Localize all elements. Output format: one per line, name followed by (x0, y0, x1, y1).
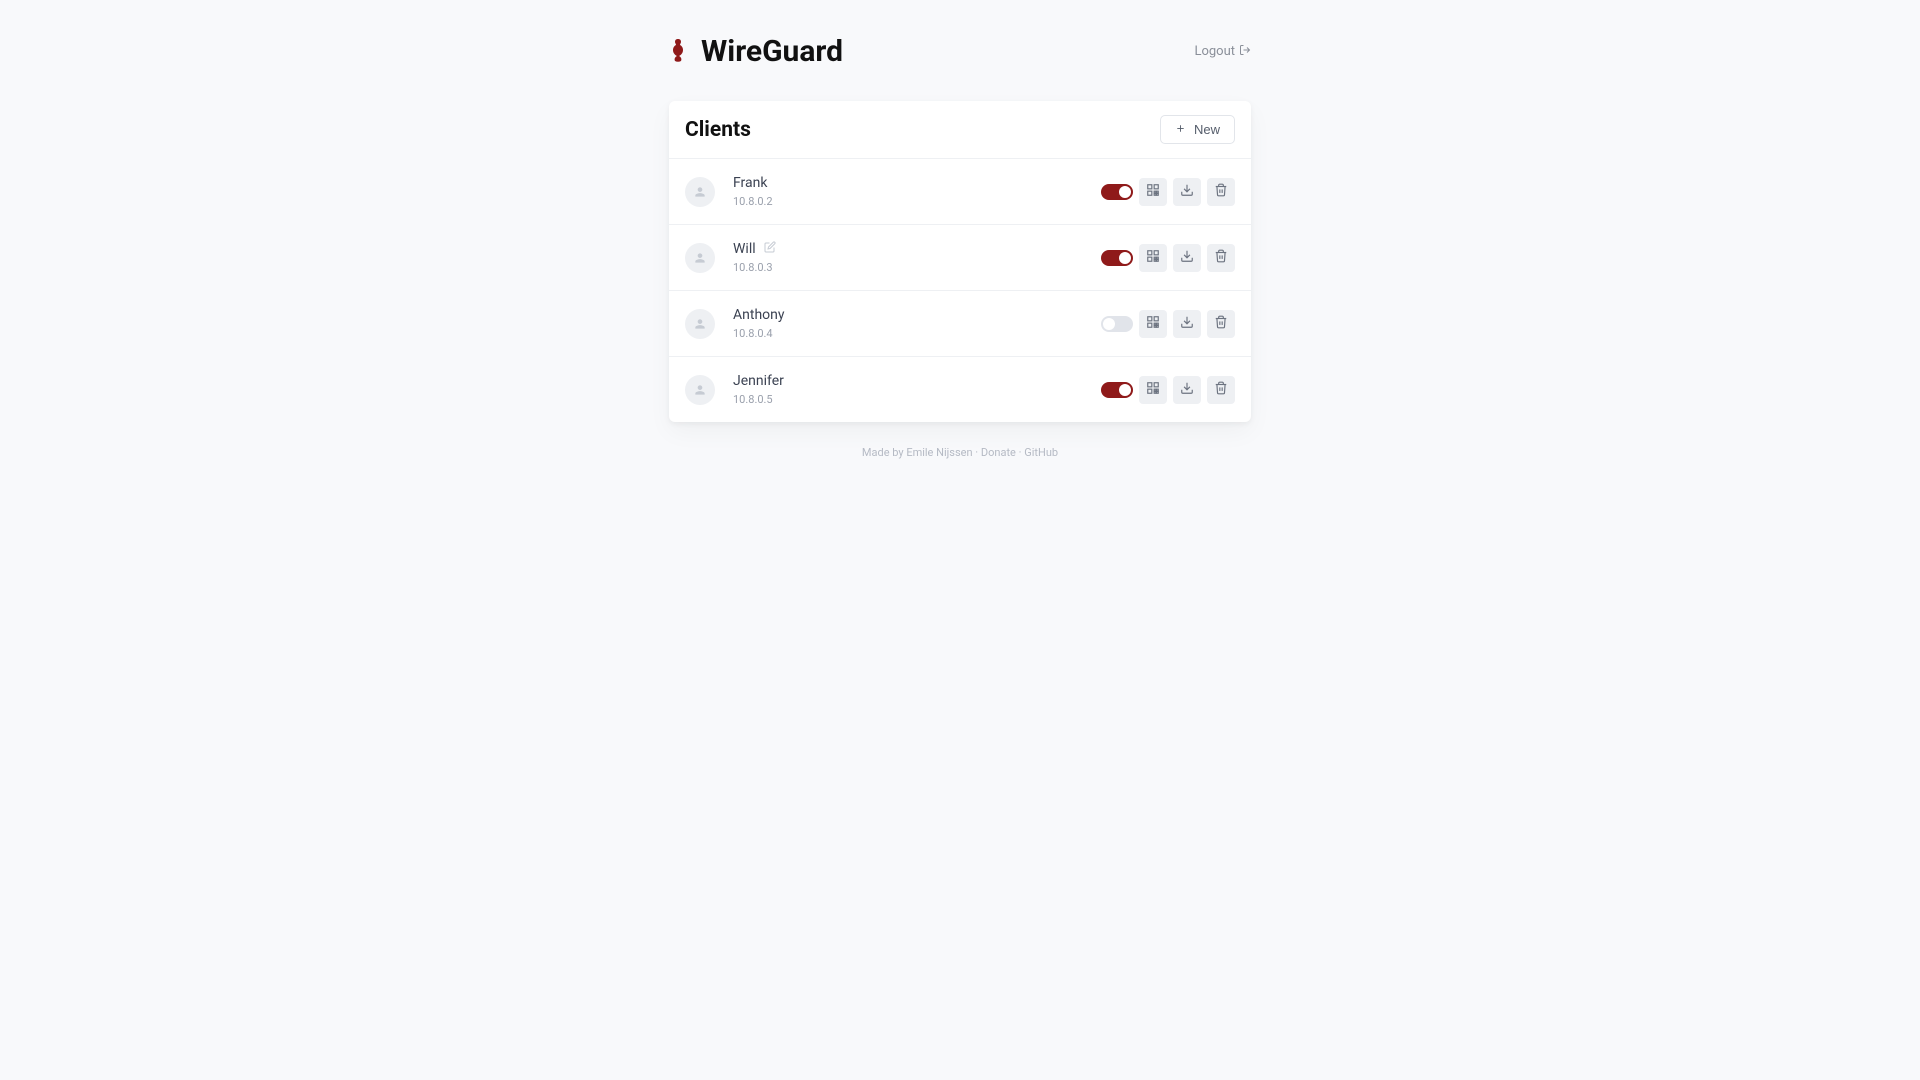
client-ip: 10.8.0.4 (733, 327, 1101, 340)
enable-toggle[interactable] (1101, 184, 1133, 200)
trash-icon (1214, 314, 1228, 333)
client-name-text: Jennifer (733, 373, 784, 389)
avatar (685, 375, 715, 405)
client-name-text: Will (733, 241, 756, 257)
enable-toggle[interactable] (1101, 316, 1133, 332)
client-ip: 10.8.0.5 (733, 393, 1101, 406)
client-meta: Frank 10.8.0.2 (733, 175, 1101, 208)
download-button[interactable] (1173, 244, 1201, 272)
footer-author-link[interactable]: Emile Nijssen (906, 446, 972, 459)
card-header: Clients New (669, 101, 1251, 159)
qr-icon (1146, 380, 1160, 399)
wireguard-logo-icon (669, 37, 687, 67)
delete-button[interactable] (1207, 244, 1235, 272)
client-actions (1101, 310, 1235, 338)
download-icon (1180, 380, 1194, 399)
client-name-text: Anthony (733, 307, 785, 323)
delete-button[interactable] (1207, 376, 1235, 404)
download-icon (1180, 182, 1194, 201)
client-row: Frank 10.8.0.2 (669, 159, 1251, 225)
client-actions (1101, 178, 1235, 206)
qr-icon (1146, 248, 1160, 267)
download-button[interactable] (1173, 178, 1201, 206)
header: WireGuard Logout (669, 34, 1251, 69)
edit-icon (764, 241, 776, 257)
logout-icon (1239, 44, 1251, 60)
enable-toggle[interactable] (1101, 382, 1133, 398)
enable-toggle[interactable] (1101, 250, 1133, 266)
footer: Made by Emile Nijssen · Donate · GitHub (669, 446, 1251, 459)
brand: WireGuard (669, 34, 843, 69)
qr-button[interactable] (1139, 376, 1167, 404)
client-name[interactable]: Jennifer (733, 373, 1101, 389)
trash-icon (1214, 380, 1228, 399)
client-row: Will 10.8.0.3 (669, 225, 1251, 291)
footer-donate-link[interactable]: Donate (981, 446, 1016, 459)
download-icon (1180, 248, 1194, 267)
footer-sep-2: · (1016, 446, 1024, 459)
logout-button[interactable]: Logout (1194, 44, 1251, 60)
client-name[interactable]: Anthony (733, 307, 1101, 323)
avatar (685, 243, 715, 273)
footer-sep-1: · (973, 446, 981, 459)
new-button-label: New (1194, 122, 1220, 137)
qr-button[interactable] (1139, 244, 1167, 272)
app-title: WireGuard (701, 34, 843, 69)
client-name-text: Frank (733, 175, 767, 191)
client-meta: Jennifer 10.8.0.5 (733, 373, 1101, 406)
client-ip: 10.8.0.3 (733, 261, 1101, 274)
card-title: Clients (685, 118, 751, 142)
client-row: Anthony 10.8.0.4 (669, 291, 1251, 357)
qr-button[interactable] (1139, 178, 1167, 206)
download-button[interactable] (1173, 310, 1201, 338)
download-button[interactable] (1173, 376, 1201, 404)
clients-list: Frank 10.8.0.2 Will 10.8.0.3 Anthony 10.8.0.4… (669, 159, 1251, 422)
avatar (685, 309, 715, 339)
qr-button[interactable] (1139, 310, 1167, 338)
delete-button[interactable] (1207, 178, 1235, 206)
client-name[interactable]: Frank (733, 175, 1101, 191)
qr-icon (1146, 182, 1160, 201)
client-row: Jennifer 10.8.0.5 (669, 357, 1251, 422)
delete-button[interactable] (1207, 310, 1235, 338)
trash-icon (1214, 248, 1228, 267)
plus-icon (1175, 122, 1186, 137)
client-actions (1101, 244, 1235, 272)
logout-label: Logout (1194, 44, 1235, 59)
client-name[interactable]: Will (733, 241, 1101, 257)
client-ip: 10.8.0.2 (733, 195, 1101, 208)
qr-icon (1146, 314, 1160, 333)
trash-icon (1214, 182, 1228, 201)
clients-card: Clients New Frank 10.8.0.2 Will 10.8.0.3 Ant… (669, 101, 1251, 422)
new-client-button[interactable]: New (1160, 115, 1235, 144)
client-actions (1101, 376, 1235, 404)
footer-github-link[interactable]: GitHub (1024, 446, 1058, 459)
client-meta: Anthony 10.8.0.4 (733, 307, 1101, 340)
footer-madeby-prefix: Made by (862, 446, 906, 459)
avatar (685, 177, 715, 207)
download-icon (1180, 314, 1194, 333)
client-meta: Will 10.8.0.3 (733, 241, 1101, 274)
